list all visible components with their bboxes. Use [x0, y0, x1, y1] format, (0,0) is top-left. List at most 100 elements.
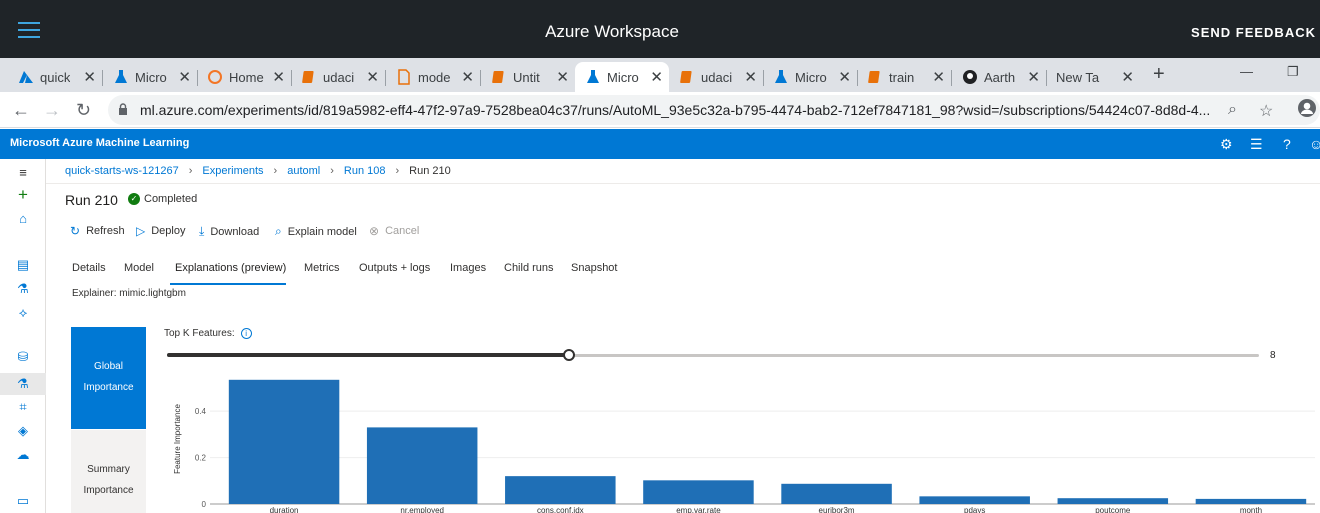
breadcrumb-experiments[interactable]: Experiments [202, 165, 263, 177]
explain-model-button[interactable]: ⌕ Explain model [275, 224, 357, 239]
x-tick-label: poutcome [1095, 506, 1131, 513]
close-tab-icon[interactable]: ✕ [1121, 68, 1134, 86]
browser-tab-label: udaci [323, 69, 355, 85]
tab-explanations[interactable]: Explanations (preview) [175, 262, 286, 274]
download-button[interactable]: ⤓ Download [199, 224, 259, 239]
browser-tab[interactable]: quick ✕ [8, 62, 102, 92]
workspace-title: Azure Workspace [545, 22, 679, 41]
create-new-icon[interactable]: + [14, 186, 32, 203]
topk-value: 8 [1270, 350, 1276, 361]
browser-tab[interactable]: New Tab ✕ [1046, 62, 1140, 92]
close-tab-icon[interactable]: ✕ [744, 68, 757, 86]
zoom-icon[interactable]: ⌕ [1228, 101, 1237, 119]
designer-icon[interactable]: ⟡ [14, 305, 32, 321]
close-tab-icon[interactable]: ✕ [178, 68, 191, 86]
browser-tab-label: quick [40, 69, 71, 85]
settings-gear-icon[interactable]: ⚙ [1220, 136, 1233, 153]
browser-tab[interactable]: udaci ✕ [669, 62, 763, 92]
notebook-icon [679, 69, 695, 85]
browser-tab[interactable]: Aarth ✕ [952, 62, 1046, 92]
notifications-icon[interactable]: ☰ [1250, 136, 1263, 153]
download-icon: ⤓ [199, 224, 205, 238]
topk-slider-fill [167, 353, 569, 357]
collapse-menu-icon[interactable]: ≡ [14, 165, 32, 181]
left-nav-rail: ≡ + ⌂ ▤ ⚗ ⟡ ⛁ ⚗ ⌗ ◈ ☁ ▭ [0, 159, 46, 513]
deploy-button[interactable]: ▷ Deploy [136, 224, 185, 238]
close-tab-icon[interactable]: ✕ [556, 68, 569, 86]
global-importance-button[interactable]: Global Importance [71, 327, 146, 429]
browser-tab[interactable]: mode ✕ [386, 62, 480, 92]
workspace-bar: Azure Workspace SEND FEEDBACK [0, 0, 1320, 58]
notebook-icon [491, 69, 507, 85]
tab-model[interactable]: Model [124, 262, 154, 274]
endpoints-icon[interactable]: ☁ [14, 447, 32, 463]
tab-snapshot[interactable]: Snapshot [571, 262, 617, 274]
bar [366, 427, 478, 504]
close-tab-icon[interactable]: ✕ [932, 68, 945, 86]
bar [643, 480, 754, 504]
automl-icon[interactable]: ⚗ [14, 281, 32, 297]
help-icon[interactable]: ? [1283, 136, 1291, 152]
models-icon[interactable]: ◈ [14, 423, 32, 439]
x-tick-label: emp.var.rate [676, 506, 721, 513]
profile-avatar-icon[interactable] [1297, 98, 1317, 123]
bar [919, 496, 1030, 504]
back-icon[interactable]: ← [12, 100, 30, 121]
close-tab-icon[interactable]: ✕ [83, 68, 96, 86]
tab-outputs-logs[interactable]: Outputs + logs [359, 262, 430, 274]
tab-metrics[interactable]: Metrics [304, 262, 339, 274]
summary-importance-button[interactable]: Summary Importance [71, 430, 146, 513]
close-tab-icon[interactable]: ✕ [461, 68, 474, 86]
browser-tab-label: mode [418, 69, 451, 85]
y-tick-label: 0.2 [195, 454, 207, 463]
bar [1057, 498, 1169, 504]
info-icon[interactable]: i [240, 328, 252, 339]
datasets-icon[interactable]: ⛁ [14, 349, 32, 365]
cancel-button[interactable]: ⊗ Cancel [369, 224, 419, 238]
bar [781, 483, 892, 504]
bookmark-star-icon[interactable]: ☆ [1259, 101, 1273, 121]
refresh-button[interactable]: ↻ Refresh [70, 224, 125, 238]
forward-icon[interactable]: → [43, 100, 61, 121]
url-field[interactable]: ml.azure.com/experiments/id/819a5982-eff… [108, 95, 1320, 125]
bar [505, 476, 616, 504]
chevron-right-icon: › [395, 165, 400, 177]
experiments-icon[interactable]: ⚗ [0, 373, 46, 395]
send-feedback-button[interactable]: SEND FEEDBACK [1191, 25, 1316, 40]
close-tab-icon[interactable]: ✕ [272, 68, 285, 86]
browser-tab[interactable]: train ✕ [857, 62, 951, 92]
notebooks-icon[interactable]: ▤ [14, 257, 32, 273]
browser-tab[interactable]: Micro ✕ [575, 62, 669, 92]
browser-tab[interactable]: Micro ✕ [103, 62, 197, 92]
browser-tab[interactable]: Untit ✕ [481, 62, 575, 92]
x-tick-label: month [1240, 506, 1262, 513]
file-icon [396, 69, 412, 85]
product-title: Microsoft Azure Machine Learning [10, 137, 190, 149]
breadcrumb-workspace[interactable]: quick-starts-ws-121267 [65, 165, 179, 177]
feedback-smiley-icon[interactable]: ☺ [1309, 136, 1320, 152]
tab-images[interactable]: Images [450, 262, 486, 274]
explain-search-icon: ⌕ [275, 224, 282, 238]
new-tab-icon[interactable]: + [1153, 63, 1165, 86]
topk-slider-thumb[interactable] [562, 349, 575, 361]
close-tab-icon[interactable]: ✕ [650, 68, 663, 86]
tab-child-runs[interactable]: Child runs [504, 262, 554, 274]
reload-icon[interactable]: ↻ [76, 100, 91, 121]
close-tab-icon[interactable]: ✕ [838, 68, 851, 86]
home-icon[interactable]: ⌂ [14, 211, 32, 227]
close-tab-icon[interactable]: ✕ [366, 68, 379, 86]
browser-tab[interactable]: Home ✕ [197, 62, 291, 92]
browser-tab[interactable]: Micro ✕ [763, 62, 857, 92]
breadcrumb-experiment[interactable]: automl [287, 165, 320, 177]
explain-model-label: Explain model [287, 225, 357, 238]
pipelines-icon[interactable]: ⌗ [14, 399, 32, 415]
restore-icon[interactable]: ❐ [1287, 64, 1299, 80]
chevron-right-icon: › [273, 165, 278, 177]
compute-icon[interactable]: ▭ [14, 493, 32, 509]
close-tab-icon[interactable]: ✕ [1027, 68, 1040, 86]
breadcrumb: quick-starts-ws-121267 › Experiments › a… [65, 165, 451, 177]
minimize-icon[interactable]: — [1240, 64, 1253, 79]
browser-tab[interactable]: udaci ✕ [291, 62, 385, 92]
breadcrumb-parent-run[interactable]: Run 108 [344, 165, 386, 177]
tab-details[interactable]: Details [72, 262, 106, 274]
